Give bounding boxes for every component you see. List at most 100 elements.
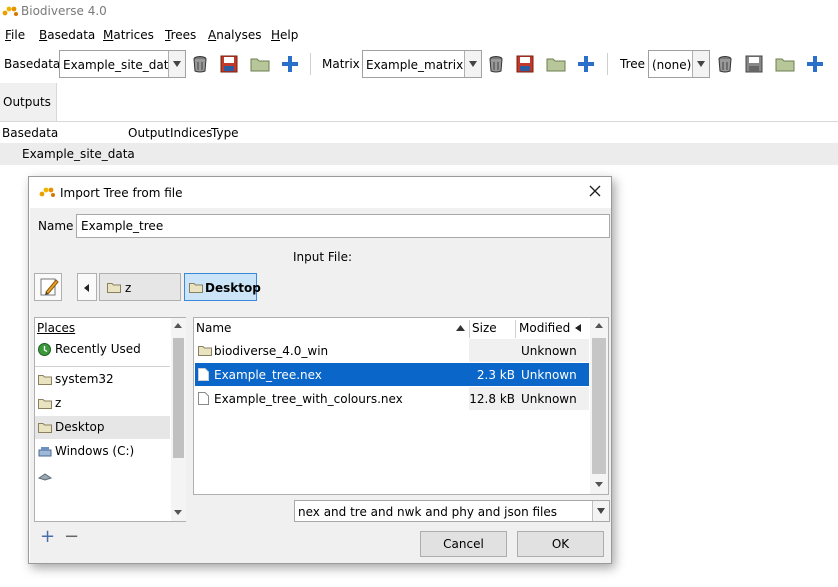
tree-select[interactable]: (none) [648,50,710,78]
remove-place-button[interactable]: − [64,528,79,546]
drive-icon [38,447,52,457]
column-header-indices[interactable]: Indices [170,126,212,140]
places-scroll-thumb[interactable] [173,338,184,458]
breadcrumb-z-label: z [125,281,132,295]
folder-icon [189,283,203,293]
size-cell [469,339,516,362]
column-header-type[interactable]: Type [211,126,239,140]
cancel-button[interactable]: Cancel [420,531,507,557]
add-place-button[interactable]: + [40,528,55,546]
breadcrumb-desktop-label: Desktop [205,281,261,295]
delete-tree-icon[interactable] [715,54,735,74]
breadcrumb-z[interactable]: z [99,273,181,301]
file-row[interactable]: Example_tree_with_colours.nex 12.8 kB Un… [195,387,589,410]
files-panel: Name Size Modified biodiverse_4.0_win Un… [193,317,609,495]
save-matrix-icon[interactable] [515,54,535,74]
path-back-button[interactable] [77,273,97,301]
tree-name-input[interactable] [76,214,610,238]
scroll-up-arrow[interactable] [171,318,186,334]
menu-analyses[interactable]: Analyses [208,28,262,42]
chevron-down-icon [592,501,609,521]
place-label: Windows (C:) [55,444,135,458]
table-cell-basedata: Example_site_data [22,147,135,161]
network-drive-icon[interactable] [38,473,52,481]
chevron-left-icon [575,324,581,332]
toolbar: Basedata Example_site_data Matrix Exampl… [0,46,838,82]
file-modified: Unknown [521,368,577,382]
delete-basedata-icon[interactable] [190,54,210,74]
folder-icon [38,423,52,433]
file-size: 12.8 kB [469,392,515,406]
tree-label: Tree [620,57,646,71]
place-z[interactable]: z [35,392,170,415]
delete-matrix-icon[interactable] [486,54,506,74]
file-name: Example_tree_with_colours.nex [214,392,403,406]
file-row-selected[interactable]: Example_tree.nex 2.3 kB Unknown [195,363,589,386]
import-tree-dialog: Import Tree from file Name Input File: z [28,176,612,564]
tab-divider [0,121,838,122]
open-matrix-icon[interactable] [546,54,566,74]
column-header-size[interactable]: Size [472,321,497,335]
column-header-modified[interactable]: Modified [519,321,570,335]
menu-help[interactable]: Help [271,28,298,42]
places-header[interactable]: Places [37,321,75,335]
open-tree-icon[interactable] [775,54,795,74]
column-header-output[interactable]: Output [128,126,170,140]
folder-icon [107,283,121,293]
file-name: Example_tree.nex [214,368,322,382]
basedata-select[interactable]: Example_site_data [59,50,186,78]
menu-matrices[interactable]: Matrices [103,28,154,42]
file-icon [198,368,209,381]
file-modified: Unknown [521,392,577,406]
input-file-label: Input File: [293,250,353,264]
type-location-button[interactable] [34,273,62,301]
folder-icon [38,375,52,385]
sort-ascending-icon [456,325,465,331]
add-tree-icon[interactable] [805,54,825,74]
basedata-label: Basedata [4,57,61,71]
place-windows-c[interactable]: Windows (C:) [35,440,170,463]
tab-outputs[interactable]: Outputs [0,83,57,121]
add-matrix-icon[interactable] [576,54,596,74]
column-divider [515,320,516,338]
files-scroll-thumb[interactable] [592,338,606,474]
file-icon [198,392,209,405]
place-system32[interactable]: system32 [35,368,170,391]
cancel-button-label: Cancel [443,537,484,551]
ok-button[interactable]: OK [517,531,604,557]
places-divider [35,366,170,367]
column-header-basedata[interactable]: Basedata [2,126,58,140]
breadcrumb-desktop[interactable]: Desktop [184,273,261,301]
menu-file[interactable]: File [5,28,25,42]
table-row[interactable]: Example_site_data [0,143,838,165]
scroll-up-arrow[interactable] [592,318,607,334]
tab-outputs-label: Outputs [3,95,51,109]
file-size: 2.3 kB [476,368,515,382]
matrix-label: Matrix [322,57,360,71]
chevron-down-icon [168,51,185,77]
save-tree-icon[interactable] [744,54,764,74]
menu-trees[interactable]: Trees [165,28,196,42]
scroll-down-arrow[interactable] [592,476,607,492]
toolbar-separator [607,53,608,75]
menu-basedata[interactable]: Basedata [39,28,95,42]
place-recently-used[interactable]: Recently Used [35,338,170,361]
file-row[interactable]: biodiverse_4.0_win Unknown [195,339,589,362]
place-desktop[interactable]: Desktop [35,416,170,439]
save-basedata-icon[interactable] [219,54,239,74]
close-icon[interactable] [585,181,605,201]
folder-icon [38,399,52,409]
place-label: Desktop [55,420,105,434]
dialog-title: Import Tree from file [60,186,183,200]
scroll-down-arrow[interactable] [171,504,186,520]
open-basedata-icon[interactable] [250,54,270,74]
column-divider [469,320,470,338]
add-basedata-icon[interactable] [280,54,300,74]
file-type-filter-select[interactable]: nex and tre and nwk and phy and json fil… [294,500,610,522]
place-label: system32 [55,372,114,386]
matrix-select[interactable]: Example_matrix [362,50,482,78]
name-label: Name [38,219,74,233]
column-header-name[interactable]: Name [196,321,231,335]
places-panel: Places Recently Used system32 z Desktop … [34,317,186,522]
ok-button-label: OK [551,537,570,551]
